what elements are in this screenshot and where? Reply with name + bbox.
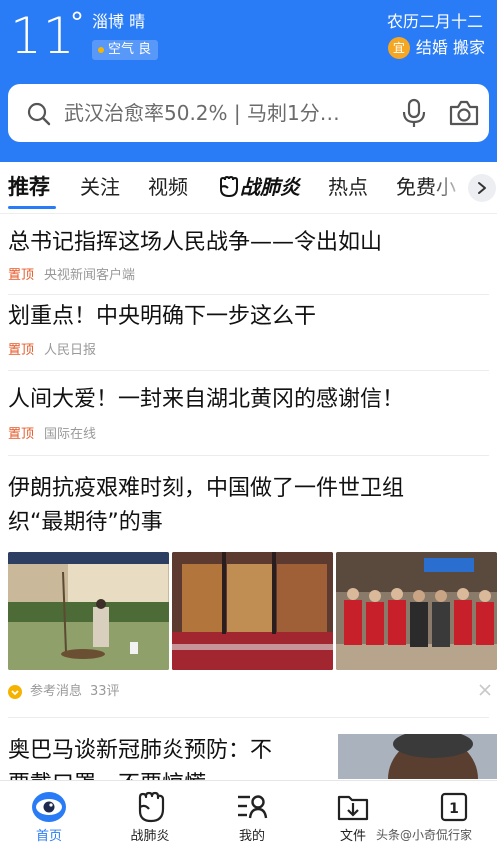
divider <box>8 455 489 456</box>
news-source[interactable]: 人民日报 <box>44 342 96 360</box>
tab-hot[interactable]: 热点 <box>328 172 368 202</box>
news-title-line-1[interactable]: 奥巴马谈新冠肺炎预防：不 <box>8 734 328 768</box>
pinned-label: 置顶 <box>8 343 35 358</box>
news-title[interactable]: 总书记指挥这场人民战争——令出如山 <box>8 226 488 260</box>
nav-label-fight-pneumonia: 战肺炎 <box>130 829 170 844</box>
profile-icon <box>238 795 268 819</box>
city-condition[interactable]: 淄博 晴 <box>92 12 145 32</box>
lunar-date[interactable]: 农历二月十二 <box>387 12 483 32</box>
watermark: 头条@小奇侃行家 <box>376 828 473 842</box>
search-icon <box>27 102 51 126</box>
nav-files[interactable]: 文件 <box>313 781 393 855</box>
tab-fight-pneumonia[interactable]: 战肺炎 <box>240 172 300 202</box>
source-logo-icon <box>8 685 22 699</box>
chevron-right-icon <box>478 182 486 194</box>
air-quality-label: 空气 良 <box>108 42 152 57</box>
tabs-count-text: 1 <box>449 801 459 817</box>
divider <box>8 370 489 371</box>
fist-icon <box>220 175 238 198</box>
fist-icon <box>138 791 165 823</box>
divider <box>8 717 489 718</box>
nav-mine[interactable]: 我的 <box>212 781 292 855</box>
degree-symbol: ° <box>70 6 84 39</box>
news-image-2[interactable] <box>172 552 333 670</box>
tab-recommend[interactable]: 推荐 <box>8 172 50 202</box>
news-title-line-1[interactable]: 伊朗抗疫艰难时刻，中国做了一件世卫组 <box>8 472 488 506</box>
news-meta: 置顶 央视新闻客户端 <box>8 267 135 285</box>
news-source[interactable]: 国际在线 <box>44 426 96 444</box>
header: 11 ° 淄博 晴 空气 良 农历二月十二 宜 结婚 搬家 武汉治愈率50.2%… <box>0 0 497 162</box>
nav-tabs[interactable]: 1 <box>414 781 494 855</box>
news-meta: 置顶 国际在线 <box>8 426 96 444</box>
camera-icon[interactable] <box>448 99 480 127</box>
news-source[interactable]: 参考消息 <box>30 683 82 701</box>
news-title[interactable]: 人间大爱！一封来自湖北黄冈的感谢信！ <box>8 383 488 417</box>
microphone-icon[interactable] <box>400 98 428 128</box>
dismiss-icon[interactable] <box>478 683 492 697</box>
bottom-nav: 首页 战肺炎 我的 文件 1 <box>0 780 497 855</box>
nav-fight-pneumonia[interactable]: 战肺炎 <box>110 781 190 855</box>
tab-video[interactable]: 视频 <box>148 172 188 202</box>
tabs-count-icon: 1 <box>440 792 468 822</box>
nav-home[interactable]: 首页 <box>9 781 89 855</box>
search-bar[interactable]: 武汉治愈率50.2% | 马刺1分… <box>8 84 489 142</box>
tab-follow[interactable]: 关注 <box>80 172 120 202</box>
more-channels-button[interactable] <box>468 174 496 202</box>
yi-badge: 宜 <box>387 37 410 59</box>
active-tab-indicator <box>8 206 56 209</box>
comment-count[interactable]: 33评 <box>90 683 120 701</box>
news-meta: 置顶 人民日报 <box>8 342 96 360</box>
news-image-3[interactable] <box>336 552 497 670</box>
news-title-line-2[interactable]: 要戴口罩，不要惊慌 <box>8 768 328 780</box>
temperature[interactable]: 11 <box>10 6 76 66</box>
news-meta: 参考消息 33评 <box>8 683 120 701</box>
channel-tabs: 推荐 关注 视频 战肺炎 热点 免费小 <box>0 162 497 214</box>
news-image-1[interactable] <box>8 552 169 670</box>
pinned-label: 置顶 <box>8 427 35 442</box>
pinned-label: 置顶 <box>8 268 35 283</box>
air-quality-badge[interactable]: 空气 良 <box>92 40 159 60</box>
air-quality-dot-icon <box>98 47 104 53</box>
news-title[interactable]: 划重点！中央明确下一步这么干 <box>8 300 488 334</box>
folder-download-icon <box>337 795 369 821</box>
nav-label-home: 首页 <box>35 829 62 844</box>
search-input[interactable]: 武汉治愈率50.2% | 马刺1分… <box>64 84 384 142</box>
eye-icon <box>32 792 66 822</box>
news-thumbnail[interactable] <box>338 734 497 779</box>
nav-label-mine: 我的 <box>238 829 265 844</box>
almanac[interactable]: 宜 结婚 搬家 <box>387 37 485 59</box>
news-title-line-2[interactable]: 织“最期待”的事 <box>8 506 488 540</box>
almanac-text: 结婚 搬家 <box>415 38 485 57</box>
divider <box>8 294 489 295</box>
news-source[interactable]: 央视新闻客户端 <box>44 267 135 285</box>
